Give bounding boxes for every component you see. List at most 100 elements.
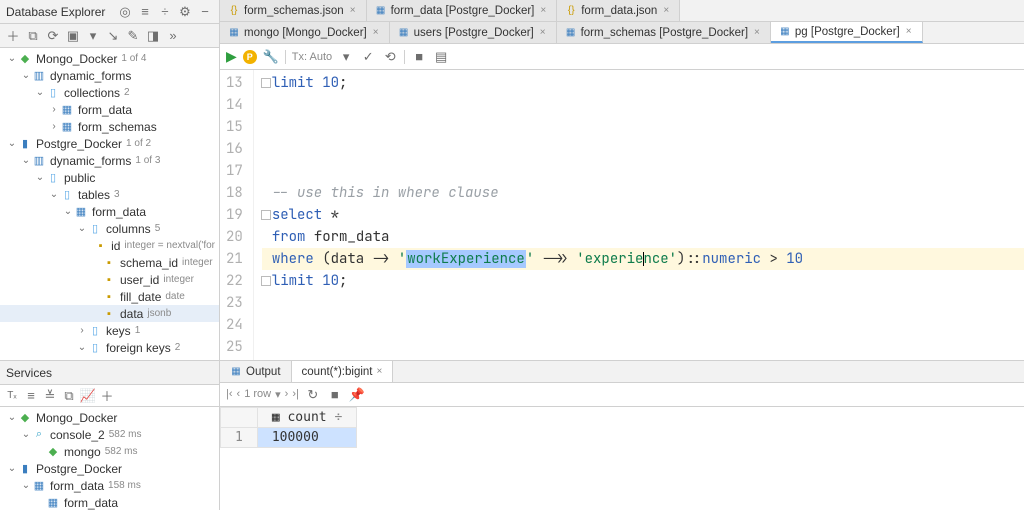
tree-item[interactable]: ›▦form_data xyxy=(0,101,219,118)
tab[interactable]: ▦users [Postgre_Docker]× xyxy=(390,22,557,43)
tab[interactable]: {}form_schemas.json× xyxy=(220,0,367,21)
edit-icon[interactable]: ✎ xyxy=(124,28,142,44)
next-page-icon[interactable]: › xyxy=(285,388,289,401)
tree-item[interactable]: ⌄⌕console_2582 ms xyxy=(0,426,219,443)
minimize-icon[interactable]: − xyxy=(197,4,213,20)
refresh-icon[interactable]: ⟳ xyxy=(44,28,62,44)
more-icon[interactable]: » xyxy=(164,28,182,44)
chevron-icon[interactable]: ⌄ xyxy=(76,342,88,353)
tree-item[interactable]: ⌄▯tables3 xyxy=(0,186,219,203)
plan-icon[interactable]: P xyxy=(243,50,257,64)
tree-item[interactable]: ▦form_data xyxy=(0,494,219,510)
code-area[interactable]: limit 10;-- use this in where clausesele… xyxy=(254,70,1024,360)
jump-icon[interactable]: ↘ xyxy=(104,28,122,44)
db-tree[interactable]: ⌄◆Mongo_Docker1 of 4⌄▥dynamic_forms⌄▯col… xyxy=(0,48,219,360)
chevron-icon[interactable]: ⌄ xyxy=(48,189,60,200)
chevron-down-icon[interactable]: ▾ xyxy=(338,49,354,65)
tab[interactable]: {}form_data.json× xyxy=(557,0,680,21)
copy-icon[interactable]: ⧉ xyxy=(24,28,42,44)
chevron-icon[interactable]: ⌄ xyxy=(76,223,88,234)
chevron-icon[interactable]: › xyxy=(48,104,60,115)
tree-item[interactable]: ⌄◆Mongo_Docker xyxy=(0,409,219,426)
add2-icon[interactable]: ＋ xyxy=(99,388,115,404)
divide-icon[interactable]: ÷ xyxy=(157,4,173,20)
chevron-icon[interactable]: ⌄ xyxy=(20,155,32,166)
chevron-icon[interactable]: › xyxy=(76,325,88,336)
cell-count[interactable]: 100000 xyxy=(257,428,356,448)
gear-icon[interactable]: ⚙ xyxy=(177,4,193,20)
tree-item[interactable]: ›▯keys1 xyxy=(0,322,219,339)
tree-item[interactable]: ▪schema_idinteger xyxy=(0,254,219,271)
tree-item[interactable]: ⌄▯columns5 xyxy=(0,220,219,237)
tree-item[interactable]: ▪fill_datedate xyxy=(0,288,219,305)
chevron-icon[interactable]: ⌄ xyxy=(6,53,18,64)
last-page-icon[interactable]: ›| xyxy=(292,388,299,401)
output-tabs[interactable]: ▦Outputcount(*):bigint× xyxy=(220,361,1024,383)
chevron-icon[interactable]: ⌄ xyxy=(34,172,46,183)
tree-item[interactable]: ›▦form_schemas xyxy=(0,118,219,135)
close-icon[interactable]: × xyxy=(377,366,383,377)
filter-icon[interactable]: ▾ xyxy=(84,28,102,44)
tree-item[interactable]: ⌄▦form_data158 ms xyxy=(0,477,219,494)
chevron-icon[interactable]: › xyxy=(48,121,60,132)
tree-item[interactable]: ⌄▮Postgre_Docker1 of 2 xyxy=(0,135,219,152)
close-icon[interactable]: × xyxy=(350,5,356,16)
rollback-icon[interactable]: ⟲ xyxy=(382,49,398,65)
commit-icon[interactable]: ✓ xyxy=(360,49,376,65)
chevron-down-icon[interactable]: ▾ xyxy=(275,388,281,401)
tree-item[interactable]: ⌄▮Postgre_Docker xyxy=(0,460,219,477)
result-grid[interactable]: ▦ count ÷1100000 xyxy=(220,407,1024,510)
tree-item[interactable]: ⌄▥dynamic_forms xyxy=(0,67,219,84)
tab[interactable]: ▦mongo [Mongo_Docker]× xyxy=(220,22,390,43)
sql-editor[interactable]: 13141516171819202122232425 limit 10;-- u… xyxy=(220,70,1024,360)
tab[interactable]: count(*):bigint× xyxy=(292,361,394,382)
filter2-icon[interactable]: ≡ xyxy=(23,388,39,404)
chevron-icon[interactable]: ⌄ xyxy=(62,206,74,217)
layout2-icon[interactable]: ⧉ xyxy=(61,388,77,404)
first-page-icon[interactable]: |‹ xyxy=(226,388,233,401)
stop-script-icon[interactable]: ■ xyxy=(411,49,427,65)
tab[interactable]: ▦form_data [Postgre_Docker]× xyxy=(367,0,558,21)
chevron-icon[interactable]: ⌄ xyxy=(6,138,18,149)
chevron-icon[interactable]: ⌄ xyxy=(20,480,32,491)
prev-page-icon[interactable]: ‹ xyxy=(237,388,241,401)
close-icon[interactable]: × xyxy=(540,5,546,16)
close-icon[interactable]: × xyxy=(373,27,379,38)
console-tabs[interactable]: ▦mongo [Mongo_Docker]×▦users [Postgre_Do… xyxy=(220,22,1024,44)
stop2-icon[interactable]: ■ xyxy=(327,387,343,403)
run-icon[interactable]: ▶ xyxy=(226,48,237,65)
col-header[interactable]: ▦ count ÷ xyxy=(257,408,356,428)
tree-item[interactable]: ◆mongo582 ms xyxy=(0,443,219,460)
services-tree[interactable]: ⌄◆Mongo_Docker⌄⌕console_2582 ms◆mongo582… xyxy=(0,407,219,510)
chevron-icon[interactable]: ⌄ xyxy=(20,70,32,81)
wrench-icon[interactable]: 🔧 xyxy=(263,49,279,65)
tree-item[interactable]: ⌄▯public xyxy=(0,169,219,186)
close-icon[interactable]: × xyxy=(906,26,912,37)
chevron-icon[interactable]: ⌄ xyxy=(6,412,18,423)
tx-icon[interactable]: Tₓ xyxy=(4,388,20,404)
tree-item[interactable]: ⌄▥dynamic_forms1 of 3 xyxy=(0,152,219,169)
layout-icon[interactable]: ▤ xyxy=(433,49,449,65)
collapse-icon[interactable]: ≡ xyxy=(137,4,153,20)
pager[interactable]: |‹ ‹ 1 row ▾ › ›| xyxy=(226,388,299,401)
tab[interactable]: ▦form_schemas [Postgre_Docker]× xyxy=(557,22,771,43)
chevron-icon[interactable]: ⌄ xyxy=(6,463,18,474)
tree-item[interactable]: ▪datajsonb xyxy=(0,305,219,322)
tab[interactable]: ▦Output xyxy=(220,361,292,382)
file-tabs[interactable]: {}form_schemas.json×▦form_data [Postgre_… xyxy=(220,0,1024,22)
tx-mode-label[interactable]: Tx: Auto xyxy=(292,51,332,63)
tree-item[interactable]: ▪user_idinteger xyxy=(0,271,219,288)
stop-icon[interactable]: ▣ xyxy=(64,28,82,44)
close-icon[interactable]: × xyxy=(540,27,546,38)
tree-item[interactable]: ▪idinteger = nextval('for xyxy=(0,237,219,254)
tab[interactable]: ▦pg [Postgre_Docker]× xyxy=(771,22,923,43)
target-icon[interactable]: ◎ xyxy=(117,4,133,20)
add-icon[interactable]: ＋ xyxy=(4,28,22,44)
close-icon[interactable]: × xyxy=(663,5,669,16)
split-right-icon[interactable]: ◨ xyxy=(144,28,162,44)
graph-icon[interactable]: 📈 xyxy=(80,388,96,404)
tree-item[interactable]: ⌄▯collections2 xyxy=(0,84,219,101)
close-icon[interactable]: × xyxy=(754,27,760,38)
chevron-icon[interactable]: ⌄ xyxy=(20,429,32,440)
chevron-icon[interactable]: ⌄ xyxy=(34,87,46,98)
